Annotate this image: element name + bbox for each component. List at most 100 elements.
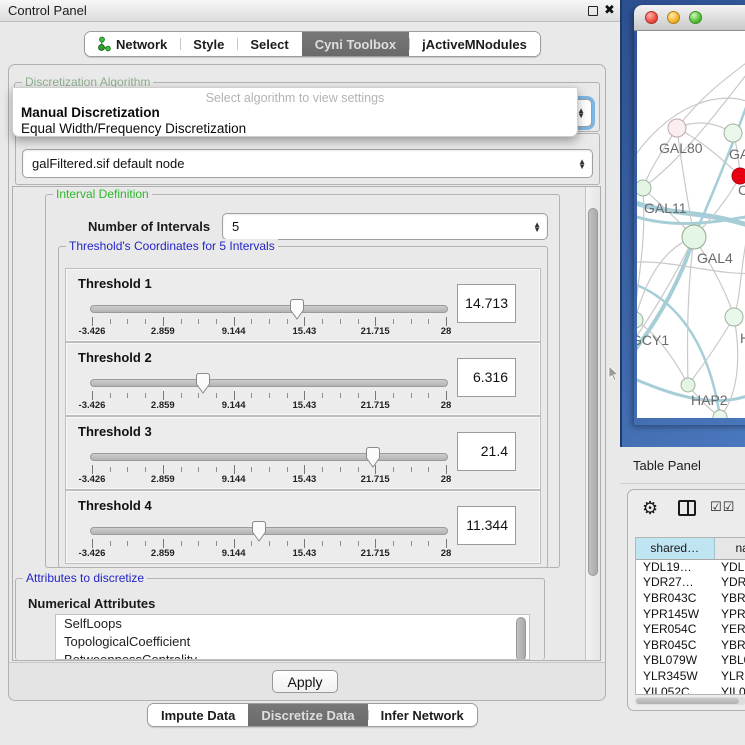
table-data-combobox[interactable]: galFiltered.sif default node ▲▼ (22, 149, 593, 178)
network-edge[interactable] (643, 128, 677, 188)
threshold-label: Threshold 1 (78, 276, 152, 291)
table-cell[interactable]: YBR043C (636, 590, 714, 606)
network-node[interactable] (668, 119, 686, 137)
table-row[interactable]: YER054CYER0 (636, 621, 745, 637)
attribute-item-selfloops[interactable]: SelfLoops (56, 615, 529, 633)
table-cell[interactable]: YDL19… (636, 559, 714, 575)
bottom-tab-discretize-data[interactable]: Discretize Data (248, 704, 367, 726)
threshold-value-field[interactable]: 14.713 (457, 284, 516, 323)
network-node[interactable] (724, 124, 742, 142)
attribute-item-betweennesscentrality[interactable]: BetweennessCentrality (56, 651, 529, 660)
table-cell[interactable]: YBL079W (636, 653, 714, 669)
network-edge[interactable] (637, 320, 688, 385)
split-columns-icon[interactable] (678, 500, 696, 516)
table-row[interactable]: YBR045CYBR0 (636, 637, 745, 653)
threshold-panel-2: Threshold 2 -3.4262.8599.14415.4321.71528… (65, 342, 541, 416)
bottom-tab-label: Impute Data (161, 708, 235, 723)
close-traffic-light[interactable] (645, 11, 658, 24)
threshold-slider-track[interactable] (90, 305, 448, 313)
table-cell[interactable]: YIL052C (636, 684, 714, 695)
table-hscrollbar-thumb[interactable] (636, 698, 739, 704)
threshold-value-field[interactable]: 11.344 (457, 506, 516, 545)
network-node-label: C (738, 182, 745, 198)
table-cell[interactable]: YDL1 (714, 559, 745, 575)
attributes-scrollbar-thumb[interactable] (516, 617, 526, 660)
gear-icon[interactable]: ⚙ (642, 498, 658, 519)
network-edge[interactable] (637, 237, 694, 320)
threshold-value-field[interactable]: 6.316 (457, 358, 516, 397)
bottom-tab-label: Discretize Data (261, 708, 354, 723)
table-row[interactable]: YLR345WYLR3 (636, 668, 745, 684)
threshold-label: Threshold 2 (78, 350, 152, 365)
table-cell[interactable]: YER054C (636, 621, 714, 637)
network-edge[interactable] (694, 237, 734, 317)
number-of-intervals-combobox[interactable]: 5 ▲▼ (222, 213, 548, 240)
tab-label: Network (116, 37, 167, 52)
tab-network[interactable]: Network (85, 32, 180, 56)
threshold-slider-ticks (90, 539, 448, 548)
network-canvas[interactable]: GAL80GACGAL11GAL4GCY1HHAP2 (637, 31, 745, 418)
float-window-icon[interactable] (588, 6, 598, 16)
algorithm-option-equal-width-frequency-discretization[interactable]: Equal Width/Frequency Discretization (21, 121, 246, 136)
threshold-slider-tick-labels: -3.4262.8599.14415.4321.71528 (90, 326, 448, 338)
threshold-value-field[interactable]: 21.4 (457, 432, 516, 471)
column-header-2[interactable]: na (714, 538, 745, 559)
network-node[interactable] (681, 378, 695, 392)
tab-select[interactable]: Select (237, 32, 301, 56)
threshold-slider-track[interactable] (90, 527, 448, 535)
network-node[interactable] (725, 308, 743, 326)
network-node-label: GAL11 (644, 200, 687, 216)
table-row[interactable]: YDR27…YDR2 (636, 575, 745, 591)
bottom-tab-infer-network[interactable]: Infer Network (368, 704, 477, 726)
network-view-window[interactable]: GAL80GACGAL11GAL4GCY1HHAP2 (634, 5, 745, 425)
table-row[interactable]: YBL079WYBL0 (636, 653, 745, 669)
network-node[interactable] (682, 225, 706, 249)
table-cell[interactable]: YPR145W (636, 606, 714, 622)
close-icon[interactable]: ✖ (604, 2, 615, 18)
zoom-traffic-light[interactable] (689, 11, 702, 24)
network-edge[interactable] (677, 53, 745, 128)
attribute-item-topologicalcoefficient[interactable]: TopologicalCoefficient (56, 633, 529, 651)
bottom-tab-impute-data[interactable]: Impute Data (148, 704, 248, 726)
tab-jactivemnodules[interactable]: jActiveMNodules (409, 32, 540, 56)
settings-scrollbar[interactable] (585, 187, 600, 660)
column-header-1[interactable]: shared… (636, 538, 714, 559)
select-columns-icon[interactable]: ☑☑ (710, 499, 735, 515)
network-edge[interactable] (688, 237, 694, 385)
table-row[interactable]: YPR145WYPR1 (636, 606, 745, 622)
table-cell[interactable]: YBR0 (714, 590, 745, 606)
threshold-slider-ticks (90, 391, 448, 400)
table-cell[interactable]: YDR27… (636, 575, 714, 591)
interval-definition-title: Interval Definition (53, 187, 152, 201)
table-cell[interactable]: YIL0 (714, 684, 745, 695)
network-node-label: GAL4 (697, 250, 733, 266)
table-cell[interactable]: YBR0 (714, 637, 745, 653)
apply-button[interactable]: Apply (272, 670, 338, 693)
table-cell[interactable]: YBL0 (714, 653, 745, 669)
network-edge[interactable] (734, 191, 745, 317)
table-cell[interactable]: YBR045C (636, 637, 714, 653)
table-cell[interactable]: YER0 (714, 621, 745, 637)
table-cell[interactable]: YLR3 (714, 668, 745, 684)
network-node[interactable] (637, 180, 651, 196)
table-cell[interactable]: YDR2 (714, 575, 745, 591)
algorithm-option-manual-discretization[interactable]: Manual Discretization (21, 105, 160, 120)
numerical-attributes-list[interactable]: SelfLoopsTopologicalCoefficientBetweenne… (55, 614, 530, 660)
network-node-label: H (740, 330, 745, 346)
table-hscrollbar[interactable] (635, 697, 745, 705)
tab-style[interactable]: Style (180, 32, 237, 56)
settings-scrollbar-thumb[interactable] (588, 208, 598, 576)
threshold-slider-track[interactable] (90, 453, 448, 461)
table-cell[interactable]: YPR1 (714, 606, 745, 622)
threshold-slider-tick-labels: -3.4262.8599.14415.4321.71528 (90, 400, 448, 412)
table-cell[interactable]: YLR345W (636, 668, 714, 684)
network-node[interactable] (637, 312, 643, 328)
minimize-traffic-light[interactable] (667, 11, 680, 24)
table-row[interactable]: YIL052CYIL0 (636, 684, 745, 695)
attributes-section-title: Attributes to discretize (23, 571, 147, 585)
table-row[interactable]: YDL19…YDL1 (636, 559, 745, 575)
tab-cyni-toolbox[interactable]: Cyni Toolbox (302, 32, 409, 56)
node-table[interactable]: shared…na YDL19…YDL1YDR27…YDR2YBR043CYBR… (635, 537, 745, 695)
threshold-slider-track[interactable] (90, 379, 448, 387)
table-row[interactable]: YBR043CYBR0 (636, 590, 745, 606)
